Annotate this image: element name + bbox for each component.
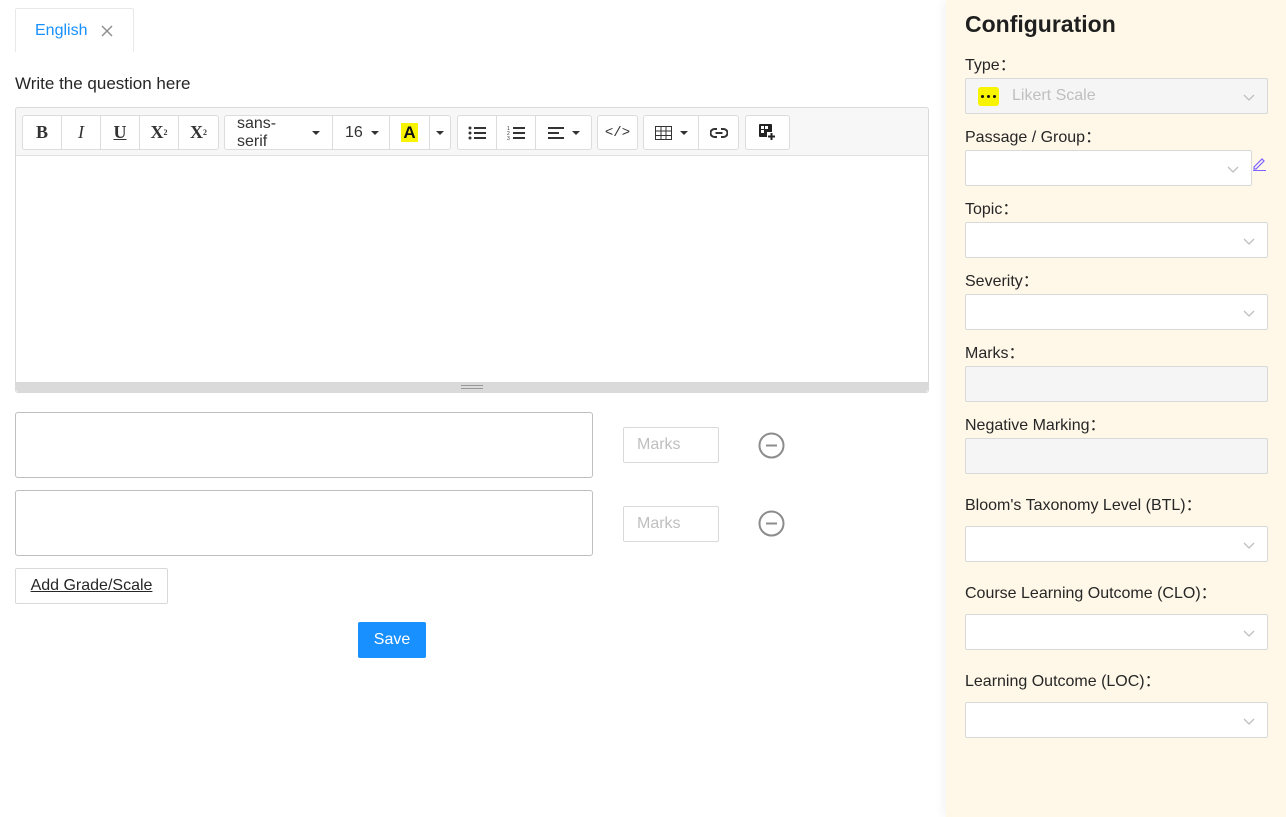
chevron-down-icon <box>1243 310 1255 317</box>
topic-select[interactable] <box>965 222 1268 258</box>
chevron-down-icon <box>1227 166 1239 173</box>
passage-group-label: Passage / Group： <box>965 129 1102 146</box>
superscript-button[interactable]: X2 <box>140 116 179 149</box>
type-value: Likert Scale <box>1012 87 1096 104</box>
ordered-list-button[interactable]: 1 2 3 <box>497 116 536 149</box>
underline-button[interactable]: U <box>101 116 140 149</box>
superscript-mark-icon: 2 <box>163 128 168 137</box>
svg-text:3: 3 <box>507 136 510 140</box>
editor-content-area[interactable] <box>16 156 928 382</box>
paragraph-group: 1 2 3 <box>457 115 592 150</box>
editor-toolbar: B I U X2 X2 sans-serif 16 A 1 2 3 </> <box>16 108 928 156</box>
grip-icon <box>461 385 483 389</box>
insert-group <box>643 115 739 150</box>
editor-resize-handle[interactable] <box>16 382 928 392</box>
config-title: Configuration <box>965 11 1116 37</box>
negative-marking-field <box>965 438 1268 474</box>
subscript-letter: X <box>190 122 203 142</box>
numbered-list-icon: 1 2 3 <box>507 126 525 140</box>
option-text-field[interactable] <box>15 490 593 556</box>
code-view-button[interactable]: </> <box>598 116 637 149</box>
code-group: </> <box>597 115 638 150</box>
caret-down-icon <box>370 130 379 135</box>
unordered-list-button[interactable] <box>458 116 497 149</box>
chevron-down-icon <box>1243 630 1255 637</box>
likert-scale-icon <box>978 87 999 106</box>
format-group: B I U X2 X2 <box>22 115 219 150</box>
type-label: Type： <box>965 57 1016 74</box>
align-dropdown[interactable] <box>536 116 591 149</box>
rich-text-editor: B I U X2 X2 sans-serif 16 A 1 2 3 </> <box>15 107 929 393</box>
caret-down-icon <box>436 130 444 135</box>
chevron-down-icon <box>1243 542 1255 549</box>
clo-label: Course Learning Outcome (CLO)： <box>965 585 1217 602</box>
caret-down-icon <box>312 130 320 135</box>
severity-select[interactable] <box>965 294 1268 330</box>
btl-select[interactable] <box>965 526 1268 562</box>
chevron-down-icon <box>1243 718 1255 725</box>
configuration-panel: Configuration Type： Likert Scale Passage… <box>946 0 1286 817</box>
text-color-icon: A <box>401 123 418 142</box>
add-grade-scale-button[interactable]: Add Grade/Scale <box>15 568 168 604</box>
marks-field <box>965 366 1268 402</box>
question-editor-panel: English Write the question here B I U X2… <box>0 0 946 817</box>
minus-circle-icon[interactable] <box>758 432 785 459</box>
topic-label: Topic： <box>965 201 1019 218</box>
italic-button[interactable]: I <box>62 116 101 149</box>
align-left-icon <box>547 126 564 139</box>
clo-select[interactable] <box>965 614 1268 650</box>
severity-label: Severity： <box>965 273 1039 290</box>
font-size-value: 16 <box>345 123 363 141</box>
marks-input[interactable]: Marks <box>623 506 719 542</box>
font-group: sans-serif 16 A <box>224 115 451 150</box>
marks-input[interactable]: Marks <box>623 427 719 463</box>
font-family-value: sans-serif <box>237 114 277 150</box>
font-size-dropdown[interactable]: 16 <box>333 116 390 149</box>
save-button[interactable]: Save <box>358 622 426 658</box>
negative-marking-label: Negative Marking： <box>965 417 1106 434</box>
btl-label: Bloom's Taxonomy Level (BTL)： <box>965 497 1202 514</box>
caret-down-icon <box>679 130 688 135</box>
loc-select[interactable] <box>965 702 1268 738</box>
table-icon <box>654 125 672 140</box>
question-prompt: Write the question here <box>15 74 191 93</box>
chevron-down-icon <box>1243 94 1255 101</box>
bullet-list-icon <box>468 126 486 139</box>
caret-down-icon <box>571 130 580 135</box>
text-color-dropdown[interactable] <box>430 116 450 149</box>
loc-label: Learning Outcome (LOC)： <box>965 673 1161 690</box>
edit-icon[interactable] <box>1252 156 1267 171</box>
subscript-mark-icon: 2 <box>203 128 207 137</box>
font-family-dropdown[interactable]: sans-serif <box>225 114 333 150</box>
code-icon: </> <box>604 124 631 141</box>
passage-group-select[interactable] <box>965 150 1252 186</box>
insert-media-button[interactable] <box>746 116 789 149</box>
option-text-field[interactable] <box>15 412 593 478</box>
link-button[interactable] <box>699 116 738 149</box>
subscript-button[interactable]: X2 <box>179 116 218 149</box>
marks-label: Marks： <box>965 345 1025 362</box>
type-select: Likert Scale <box>965 78 1268 114</box>
tab-english[interactable]: English <box>15 8 134 52</box>
chevron-down-icon <box>1243 238 1255 245</box>
superscript-letter: X <box>150 122 164 142</box>
minus-circle-icon[interactable] <box>758 510 785 537</box>
close-icon[interactable] <box>100 24 114 38</box>
text-color-button[interactable]: A <box>390 116 430 149</box>
bold-button[interactable]: B <box>23 116 62 149</box>
link-icon <box>709 127 728 138</box>
media-group <box>745 115 790 150</box>
table-dropdown[interactable] <box>644 116 699 149</box>
tab-label: English <box>35 22 88 39</box>
media-upload-icon <box>759 124 776 141</box>
